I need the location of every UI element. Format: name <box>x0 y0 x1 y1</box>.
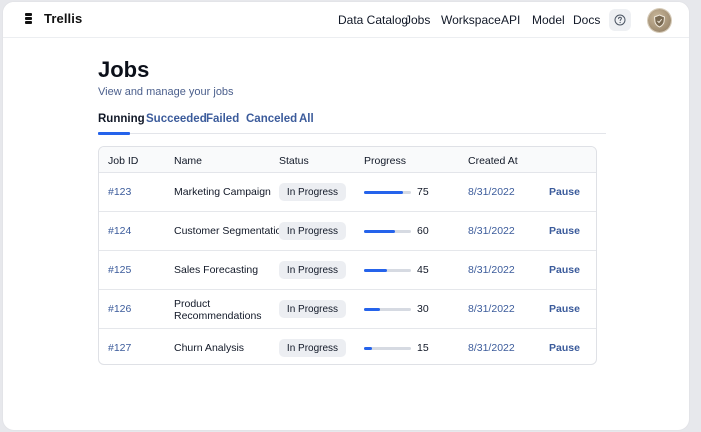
page-title: Jobs <box>98 57 150 82</box>
help-circle-icon <box>614 14 626 26</box>
app-window: Trellis Data Catalog Jobs Workspace API … <box>2 1 690 431</box>
progress-value: 15 <box>417 342 429 354</box>
page-subtitle: View and manage your jobs <box>98 86 234 98</box>
created-at: 8/31/2022 <box>468 342 515 354</box>
progress-bar <box>364 269 411 272</box>
job-id-link[interactable]: #125 <box>108 264 131 276</box>
status-badge: In Progress <box>279 261 346 279</box>
nav-data-catalog[interactable]: Data Catalog <box>338 13 408 27</box>
column-header-created-at: Created At <box>468 155 518 167</box>
job-name: Churn Analysis <box>174 342 245 354</box>
status-badge: In Progress <box>279 222 346 240</box>
progress-bar <box>364 191 411 194</box>
progress-fill <box>364 308 380 311</box>
column-header-job-id: Job ID <box>108 155 139 167</box>
pause-button[interactable]: Pause <box>549 186 580 198</box>
top-navbar: Trellis Data Catalog Jobs Workspace API … <box>3 2 689 38</box>
table-header: Job ID Name Status Progress Created At <box>99 147 596 173</box>
pause-button[interactable]: Pause <box>549 225 580 237</box>
job-name: Sales Forecasting <box>174 264 259 276</box>
tab-canceled[interactable]: Canceled <box>246 113 297 125</box>
column-header-name: Name <box>174 155 203 167</box>
status-badge: In Progress <box>279 300 346 318</box>
status-badge: In Progress <box>279 183 346 201</box>
nav-jobs[interactable]: Jobs <box>405 13 430 27</box>
progress-bar <box>364 347 411 350</box>
progress-value: 60 <box>417 225 429 237</box>
tab-all[interactable]: All <box>299 113 314 125</box>
progress-fill <box>364 230 396 233</box>
job-id-link[interactable]: #127 <box>108 342 131 354</box>
brand[interactable]: Trellis <box>23 11 82 26</box>
progress-bar <box>364 230 411 233</box>
pause-button[interactable]: Pause <box>549 342 580 354</box>
shield-icon <box>653 13 666 28</box>
progress-fill <box>364 191 403 194</box>
job-id-link[interactable]: #124 <box>108 225 131 237</box>
jobs-table: Job ID Name Status Progress Created At #… <box>98 146 597 365</box>
trellis-logo-icon <box>23 12 35 26</box>
tab-failed[interactable]: Failed <box>206 113 239 125</box>
column-header-status: Status <box>279 155 309 167</box>
created-at: 8/31/2022 <box>468 264 515 276</box>
progress-value: 30 <box>417 303 429 315</box>
pause-button[interactable]: Pause <box>549 303 580 315</box>
job-id-link[interactable]: #123 <box>108 186 131 198</box>
table-row: #123 Marketing Campaign In Progress 75 8… <box>99 173 596 212</box>
nav-workspace[interactable]: Workspace <box>441 13 501 27</box>
table-row: #126 Product Recommendations In Progress… <box>99 290 596 329</box>
nav-api[interactable]: API <box>501 13 520 27</box>
progress-bar <box>364 308 411 311</box>
pause-button[interactable]: Pause <box>549 264 580 276</box>
job-status-tabs: Running Succeeded Failed Canceled All <box>98 113 606 135</box>
job-name: Customer Segmentation <box>174 225 288 237</box>
progress-fill <box>364 347 372 350</box>
tab-succeeded[interactable]: Succeeded <box>146 113 207 125</box>
created-at: 8/31/2022 <box>468 225 515 237</box>
created-at: 8/31/2022 <box>468 186 515 198</box>
tab-running[interactable]: Running <box>98 113 145 125</box>
user-avatar[interactable] <box>648 9 671 32</box>
job-id-link[interactable]: #126 <box>108 303 131 315</box>
table-row: #125 Sales Forecasting In Progress 45 8/… <box>99 251 596 290</box>
job-name: Product Recommendations <box>174 298 262 322</box>
progress-value: 75 <box>417 186 429 198</box>
nav-model[interactable]: Model <box>532 13 565 27</box>
app-name: Trellis <box>44 11 83 26</box>
status-badge: In Progress <box>279 339 346 357</box>
table-row: #124 Customer Segmentation In Progress 6… <box>99 212 596 251</box>
active-tab-indicator <box>98 132 130 135</box>
progress-value: 45 <box>417 264 429 276</box>
help-button[interactable] <box>609 9 631 31</box>
column-header-progress: Progress <box>364 155 407 167</box>
created-at: 8/31/2022 <box>468 303 515 315</box>
table-row: #127 Churn Analysis In Progress 15 8/31/… <box>99 329 596 364</box>
job-name: Marketing Campaign <box>174 186 271 198</box>
progress-fill <box>364 269 388 272</box>
nav-docs[interactable]: Docs <box>573 13 600 27</box>
